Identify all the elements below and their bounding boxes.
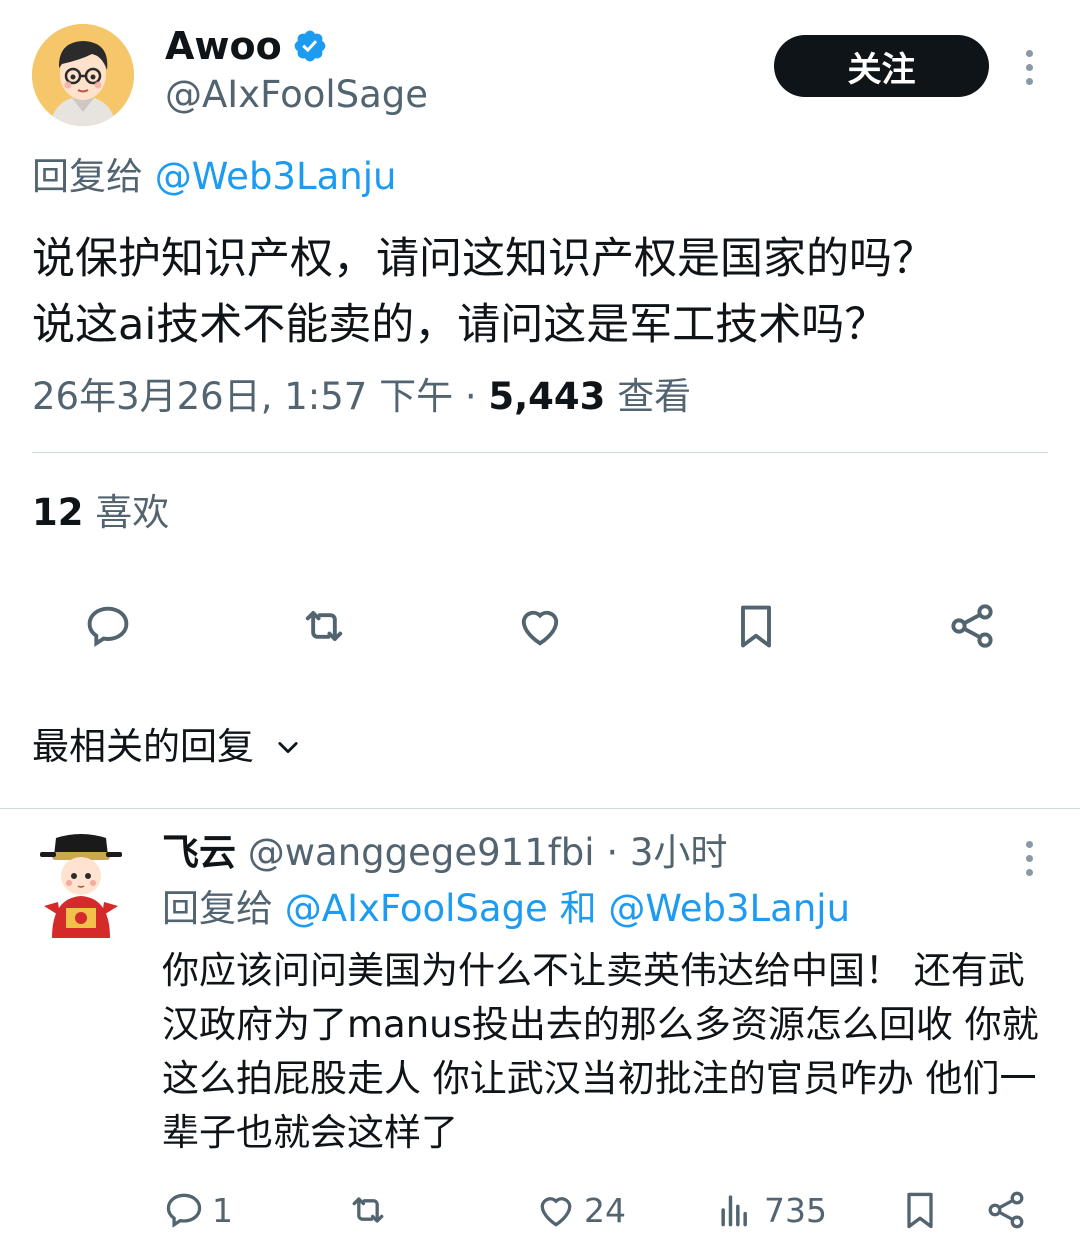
reply-more-options-icon[interactable]: [1023, 841, 1035, 876]
reply-to-handle-link[interactable]: @Web3Lanju: [608, 887, 850, 930]
reply-to-line: 回复给 @AIxFoolSage 和 @Web3Lanju: [162, 887, 851, 930]
likes-summary[interactable]: 12 喜欢: [32, 488, 169, 538]
reply-to-line: 回复给 @Web3Lanju: [32, 155, 397, 198]
timestamp[interactable]: 26年3月26日, 1:57 下午: [32, 375, 453, 418]
analytics-icon: [721, 1195, 747, 1227]
avatar-illustration: [36, 832, 126, 940]
divider: [32, 452, 1048, 453]
reply-text: 你应该问问美国为什么不让卖英伟达给中国！ 还有武汉政府为了manus投出去的那么…: [162, 949, 1039, 1154]
views-count: 5,443: [488, 375, 606, 418]
tweet-text-line: 说保护知识产权，请问这知识产权是国家的吗？: [32, 234, 935, 284]
reply-sort-dropdown[interactable]: 最相关的回复: [32, 722, 302, 772]
tweet-text: 说保护知识产权，请问这知识产权是国家的吗？ 说这ai技术不能卖的，请问这是军工技…: [32, 226, 1052, 358]
heart-icon: [540, 1197, 572, 1227]
reply-button[interactable]: [80, 598, 136, 654]
reply-views-button[interactable]: 735: [714, 1188, 827, 1232]
likes-label: 喜欢: [95, 491, 170, 534]
follow-button[interactable]: 关注: [774, 35, 989, 97]
heart-icon: [521, 610, 559, 646]
reply-handle[interactable]: @wanggege911fbi: [248, 831, 595, 874]
retweet-icon: [305, 611, 343, 641]
sort-label: 最相关的回复: [32, 725, 254, 768]
likes-count: 12: [32, 491, 84, 534]
bookmark-icon: [907, 1192, 933, 1229]
views-count: 735: [764, 1190, 827, 1230]
reply-bookmark-button[interactable]: [898, 1188, 942, 1232]
author-name[interactable]: Awoo: [165, 22, 328, 70]
tweet-meta: 26年3月26日, 1:57 下午 · 5,443 查看: [32, 375, 692, 418]
reply-retweet-button[interactable]: [346, 1188, 390, 1232]
like-count: 24: [584, 1190, 626, 1230]
tweet-text-line: 说这ai技术不能卖的，请问这是军工技术吗？: [32, 300, 888, 350]
reply-time[interactable]: 3小时: [630, 831, 728, 874]
reply-comment-button[interactable]: 1: [162, 1188, 233, 1232]
avatar-illustration: [32, 24, 134, 126]
comment-count: 1: [212, 1190, 233, 1230]
reply-author-avatar[interactable]: [36, 832, 126, 940]
reply-to-handle-link[interactable]: @AIxFoolSage: [285, 887, 548, 930]
reply-display-name[interactable]: 飞云: [162, 831, 236, 874]
comment-icon: [87, 606, 129, 647]
verified-badge-icon: [294, 30, 326, 62]
share-icon: [988, 1191, 1024, 1229]
comment-icon: [166, 1193, 202, 1228]
author-avatar[interactable]: [32, 24, 134, 126]
bookmark-button[interactable]: [728, 598, 784, 654]
retweet-button[interactable]: [296, 598, 352, 654]
like-button[interactable]: [512, 598, 568, 654]
share-button[interactable]: [944, 598, 1000, 654]
divider: [0, 808, 1080, 809]
reply-to-handle-link[interactable]: @Web3Lanju: [155, 155, 397, 198]
reply-share-button[interactable]: [984, 1188, 1028, 1232]
display-name-text: Awoo: [165, 24, 282, 68]
more-options-icon[interactable]: [1023, 50, 1035, 85]
reply-header: 飞云 @wanggege911fbi · 3小时: [162, 831, 728, 874]
share-icon: [951, 604, 993, 648]
author-handle[interactable]: @AIxFoolSage: [165, 72, 428, 118]
retweet-icon: [352, 1197, 384, 1223]
bookmark-icon: [741, 605, 771, 648]
reply-like-button[interactable]: 24: [534, 1188, 626, 1232]
views-label: 查看: [617, 375, 692, 418]
chevron-down-icon: [278, 742, 298, 754]
